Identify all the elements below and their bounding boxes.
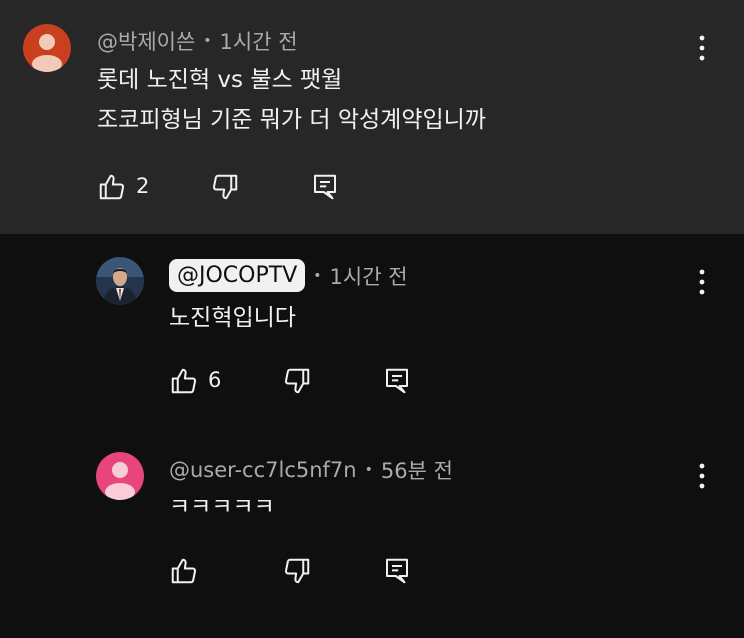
- comment-text-line: 롯데 노진혁 vs 불스 팻월: [97, 67, 343, 93]
- reply-icon[interactable]: [382, 366, 412, 396]
- reply-icon[interactable]: [382, 556, 412, 586]
- more-options-icon[interactable]: [690, 267, 714, 297]
- separator-dot: •: [313, 267, 322, 284]
- comment-text-line: ㅋㅋㅋㅋㅋ: [169, 494, 275, 520]
- top-level-comment: @박제이쓴 • 1시간 전 롯데 노진혁 vs 불스 팻월 조코피형님 기준 뭐…: [0, 0, 744, 234]
- comment-time[interactable]: 56분 전: [381, 455, 453, 485]
- dislike-icon[interactable]: [282, 366, 312, 396]
- comment-meta: @user-cc7lc5nf7n • 56분 전: [169, 455, 453, 485]
- dislike-icon[interactable]: [282, 556, 312, 586]
- comment-time[interactable]: 1시간 전: [330, 261, 408, 291]
- dislike-icon[interactable]: [210, 172, 240, 202]
- channel-avatar[interactable]: [96, 257, 144, 305]
- more-options-icon[interactable]: [690, 461, 714, 491]
- default-avatar-icon: [105, 462, 135, 500]
- author-name[interactable]: @박제이쓴: [97, 26, 195, 56]
- author-name[interactable]: @user-cc7lc5nf7n: [169, 458, 357, 482]
- comment-time[interactable]: 1시간 전: [220, 26, 298, 56]
- like-icon[interactable]: [169, 556, 199, 586]
- more-options-icon[interactable]: [690, 33, 714, 63]
- like-count: 2: [136, 174, 150, 198]
- separator-dot: •: [364, 462, 373, 478]
- default-avatar-icon: [32, 34, 62, 72]
- channel-owner-badge[interactable]: @JOCOPTV: [169, 259, 306, 292]
- person-photo-icon: [96, 257, 144, 305]
- like-icon[interactable]: [97, 172, 127, 202]
- avatar[interactable]: [23, 24, 71, 72]
- comment-text-line: 조코피형님 기준 뭐가 더 악성계약입니까: [97, 107, 486, 133]
- comment-meta: @JOCOPTV • 1시간 전: [169, 259, 408, 292]
- comment-meta: @박제이쓴 • 1시간 전: [97, 26, 298, 56]
- like-count: 6: [208, 368, 222, 392]
- separator-dot: •: [203, 33, 212, 49]
- avatar[interactable]: [96, 452, 144, 500]
- like-icon[interactable]: [169, 366, 199, 396]
- comment-text-line: 노진혁입니다: [169, 305, 296, 331]
- reply-icon[interactable]: [310, 172, 340, 202]
